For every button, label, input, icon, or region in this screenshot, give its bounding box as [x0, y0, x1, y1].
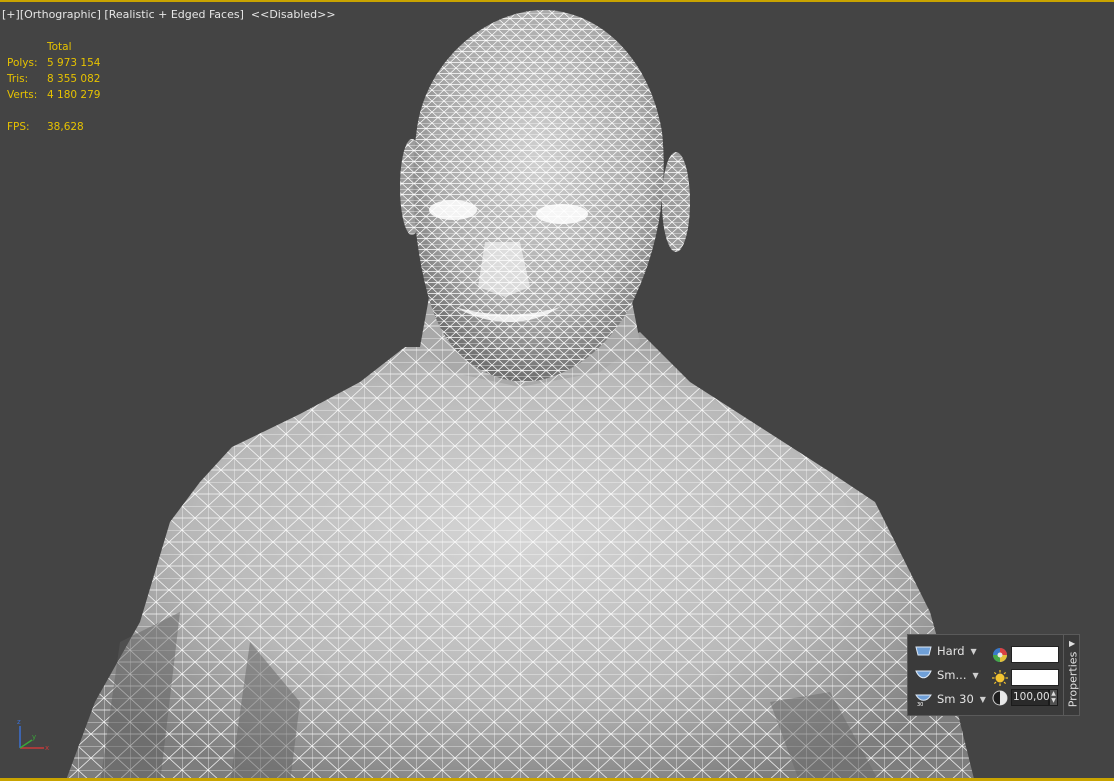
chevron-down-icon: ▼ [972, 670, 979, 680]
viewport-view-menu[interactable]: [Orthographic] [20, 8, 101, 21]
smoothing-30-label: Sm 30 [937, 692, 974, 706]
smoothing-hard-icon [915, 646, 932, 656]
smoothing-smooth-icon [915, 670, 932, 679]
smoothing-30-icon: 30 [915, 694, 932, 706]
chevron-down-icon: ▼ [970, 646, 977, 656]
stat-verts-label: Verts: [7, 89, 38, 101]
smoothing-hard-dropdown[interactable]: Hard ▼ [915, 641, 977, 661]
opacity-spinner[interactable]: ▲ ▼ [1049, 689, 1058, 706]
svg-text:x: x [45, 744, 49, 752]
smoothing-30-dropdown[interactable]: 30 Sm 30 ▼ [915, 689, 986, 709]
smoothing-hard-label: Hard [937, 644, 965, 658]
stat-fps-label: FPS: [7, 121, 30, 133]
svg-text:y: y [32, 733, 36, 741]
light-bulb-icon [992, 670, 1008, 686]
stat-fps: FPS: 38,628 [7, 119, 100, 135]
stat-verts-value: 4 180 279 [47, 89, 101, 101]
smoothing-smooth-dropdown[interactable]: Sm... ▼ [915, 665, 979, 685]
viewport-maximize-menu[interactable]: [+] [2, 8, 20, 21]
smoothing-smooth-label: Sm... [937, 668, 967, 682]
eye-left [429, 200, 477, 220]
viewport-orthographic[interactable]: [+][Orthographic] [Realistic + Edged Fac… [0, 0, 1114, 781]
viewport-statistics: Total Polys: 5 973 154 Tris: 8 355 082 V… [7, 39, 100, 135]
stat-fps-value: 38,628 [47, 121, 84, 133]
properties-panel: Hard ▼ Sm... ▼ 30 Sm 30 ▼ 100,00 ▲ ▼ ▶ P… [907, 634, 1080, 716]
svg-text:30: 30 [917, 702, 923, 706]
stat-polys-label: Polys: [7, 57, 38, 69]
stat-verts: Verts: 4 180 279 [7, 87, 100, 103]
chevron-down-icon: ▼ [979, 694, 986, 704]
svg-text:z: z [17, 718, 21, 726]
stat-tris-value: 8 355 082 [47, 73, 101, 85]
properties-tab[interactable]: ▶ Properties [1063, 635, 1081, 715]
expand-arrow-icon[interactable]: ▶ [1069, 639, 1075, 648]
color-wheel-icon [993, 648, 1007, 662]
illumination-swatch[interactable] [1011, 669, 1059, 686]
opacity-input[interactable]: 100,00 [1011, 689, 1050, 706]
stat-polys: Polys: 5 973 154 [7, 55, 100, 71]
opacity-icon [992, 690, 1008, 706]
viewport-status[interactable]: <<Disabled>> [251, 8, 336, 21]
stat-tris-label: Tris: [7, 73, 29, 85]
properties-tab-label: Properties [1066, 651, 1080, 708]
viewport-label: [+][Orthographic] [Realistic + Edged Fac… [2, 8, 336, 21]
eye-right [536, 204, 588, 224]
viewport-shading-menu[interactable]: [Realistic + Edged Faces] [104, 8, 243, 21]
stats-header: Total [47, 41, 72, 53]
stat-tris: Tris: 8 355 082 [7, 71, 100, 87]
color-swatch[interactable] [1011, 646, 1059, 663]
stat-polys-value: 5 973 154 [47, 57, 101, 69]
axis-tripod-icon: z x y [17, 718, 49, 752]
